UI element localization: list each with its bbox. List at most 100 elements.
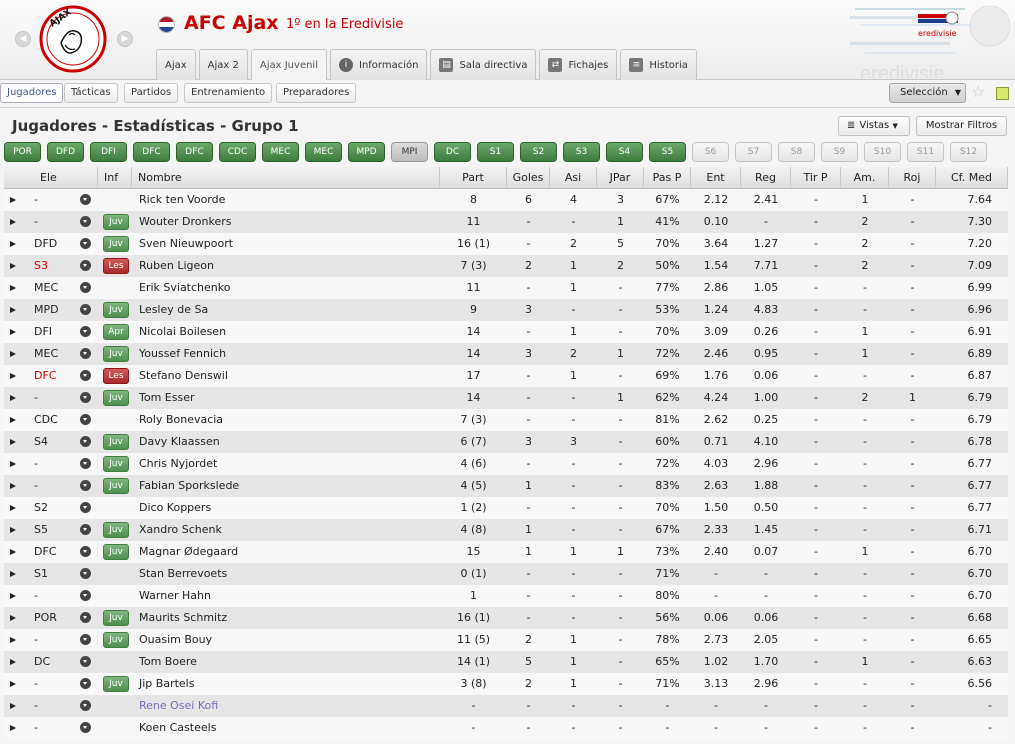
status-badge[interactable]: Juv xyxy=(103,346,129,362)
row-menu-icon[interactable] xyxy=(80,722,91,733)
column-header-nombre[interactable]: Nombre xyxy=(132,167,440,189)
expand-arrow-icon[interactable] xyxy=(10,439,16,445)
position-filter-s9[interactable]: S9 xyxy=(821,142,858,162)
table-row[interactable]: - Juv Jip Bartels 3 (8) 2 1 - 71% 3.13 2.96 - - - 6.5… xyxy=(4,673,1008,695)
notes-icon[interactable] xyxy=(996,87,1009,100)
position-filter-s6[interactable]: S6 xyxy=(692,142,729,162)
player-name[interactable]: Roly Bonevacia xyxy=(139,409,223,431)
position-filter-s5[interactable]: S5 xyxy=(649,142,686,162)
table-row[interactable]: S1 Stan Berrevoets 0 (1) - - - 71% - - - - - 6.70 xyxy=(4,563,1008,585)
row-menu-icon[interactable] xyxy=(80,238,91,249)
expand-arrow-icon[interactable] xyxy=(10,263,16,269)
position-filter-s12[interactable]: S12 xyxy=(950,142,987,162)
expand-arrow-icon[interactable] xyxy=(10,681,16,687)
position-filter-s10[interactable]: S10 xyxy=(864,142,901,162)
expand-arrow-icon[interactable] xyxy=(10,461,16,467)
expand-arrow-icon[interactable] xyxy=(10,417,16,423)
expand-arrow-icon[interactable] xyxy=(10,637,16,643)
status-badge[interactable]: Les xyxy=(103,368,129,384)
row-menu-icon[interactable] xyxy=(80,700,91,711)
status-badge[interactable]: Juv xyxy=(103,522,129,538)
row-menu-icon[interactable] xyxy=(80,414,91,425)
row-menu-icon[interactable] xyxy=(80,524,91,535)
player-name[interactable]: Sven Nieuwpoort xyxy=(139,233,233,255)
selection-dropdown[interactable]: Selección ▼ xyxy=(889,83,966,103)
star-icon[interactable]: ☆ xyxy=(971,82,985,101)
expand-arrow-icon[interactable] xyxy=(10,307,16,313)
column-header-tirp[interactable]: Tir P xyxy=(791,167,841,189)
tab-información[interactable]: i Información xyxy=(330,49,428,80)
column-header-goles[interactable]: Goles xyxy=(507,167,550,189)
column-header-reg[interactable]: Reg xyxy=(741,167,791,189)
column-header-part[interactable]: Part xyxy=(440,167,507,189)
position-filter-s8[interactable]: S8 xyxy=(778,142,815,162)
column-header-inf[interactable]: Inf xyxy=(98,167,132,189)
table-row[interactable]: - Rick ten Voorde 8 6 4 3 67% 2.12 2.41 - 1 - 7.64 xyxy=(4,189,1008,211)
status-badge[interactable]: Juv xyxy=(103,478,129,494)
player-name[interactable]: Xandro Schenk xyxy=(139,519,222,541)
column-header-asi[interactable]: Asi xyxy=(550,167,597,189)
position-filter-dfc[interactable]: DFC xyxy=(176,142,213,162)
position-filter-dc[interactable]: DC xyxy=(434,142,471,162)
expand-arrow-icon[interactable] xyxy=(10,197,16,203)
player-name[interactable]: Davy Klaassen xyxy=(139,431,220,453)
status-badge[interactable]: Juv xyxy=(103,434,129,450)
position-filter-mpd[interactable]: MPD xyxy=(348,142,385,162)
row-menu-icon[interactable] xyxy=(80,612,91,623)
expand-arrow-icon[interactable] xyxy=(10,329,16,335)
column-header-jpar[interactable]: JPar xyxy=(597,167,644,189)
row-menu-icon[interactable] xyxy=(80,194,91,205)
table-row[interactable]: S4 Juv Davy Klaassen 6 (7) 3 3 - 60% 0.71 4.10 - - -… xyxy=(4,431,1008,453)
position-filter-s1[interactable]: S1 xyxy=(477,142,514,162)
row-menu-icon[interactable] xyxy=(80,282,91,293)
position-filter-mec[interactable]: MEC xyxy=(305,142,342,162)
table-row[interactable]: DFC Les Stefano Denswil 17 - 1 - 69% 1.76 0.06 - - -… xyxy=(4,365,1008,387)
expand-arrow-icon[interactable] xyxy=(10,373,16,379)
views-dropdown[interactable]: ≣ Vistas ▼ xyxy=(838,116,910,136)
table-row[interactable]: - Juv Chris Nyjordet 4 (6) - - - 72% 4.03 2.96 - - -… xyxy=(4,453,1008,475)
expand-arrow-icon[interactable] xyxy=(10,549,16,555)
table-row[interactable]: MEC Erik Sviatchenko 11 - 1 - 77% 2.86 1.05 - - - 6.… xyxy=(4,277,1008,299)
expand-arrow-icon[interactable] xyxy=(10,703,16,709)
row-menu-icon[interactable] xyxy=(80,216,91,227)
position-filter-dfd[interactable]: DFD xyxy=(47,142,84,162)
table-row[interactable]: - Koen Casteels - - - - - - - - - - - xyxy=(4,717,1008,739)
position-filter-s4[interactable]: S4 xyxy=(606,142,643,162)
player-name[interactable]: Ruben Ligeon xyxy=(139,255,214,277)
player-name[interactable]: Stan Berrevoets xyxy=(139,563,227,585)
club-name[interactable]: AFC Ajax xyxy=(184,12,279,34)
expand-arrow-icon[interactable] xyxy=(10,483,16,489)
status-badge[interactable]: Apr xyxy=(103,324,129,340)
expand-arrow-icon[interactable] xyxy=(10,593,16,599)
row-menu-icon[interactable] xyxy=(80,458,91,469)
table-row[interactable]: - Rene Osei Kofi - - - - - - - - - - - xyxy=(4,695,1008,717)
position-filter-s11[interactable]: S11 xyxy=(907,142,944,162)
player-name[interactable]: Chris Nyjordet xyxy=(139,453,217,475)
player-name[interactable]: Koen Casteels xyxy=(139,717,216,739)
row-menu-icon[interactable] xyxy=(80,260,91,271)
subnav-jugadores[interactable]: Jugadores xyxy=(0,83,64,103)
expand-arrow-icon[interactable] xyxy=(10,219,16,225)
row-menu-icon[interactable] xyxy=(80,348,91,359)
table-row[interactable]: DFC Juv Magnar Ødegaard 15 1 1 1 73% 2.40 0.07 - 1 -… xyxy=(4,541,1008,563)
row-menu-icon[interactable] xyxy=(80,304,91,315)
expand-arrow-icon[interactable] xyxy=(10,241,16,247)
player-name[interactable]: Tom Boere xyxy=(139,651,197,673)
player-name[interactable]: Ouasim Bouy xyxy=(139,629,212,651)
expand-arrow-icon[interactable] xyxy=(10,571,16,577)
table-row[interactable]: DFI Apr Nicolai Boilesen 14 - 1 - 70% 3.09 0.26 - 1… xyxy=(4,321,1008,343)
row-menu-icon[interactable] xyxy=(80,480,91,491)
expand-arrow-icon[interactable] xyxy=(10,615,16,621)
back-arrow-icon[interactable]: ◀ xyxy=(15,31,31,47)
column-header-ent[interactable]: Ent xyxy=(691,167,741,189)
expand-arrow-icon[interactable] xyxy=(10,505,16,511)
table-row[interactable]: - Juv Tom Esser 14 - - 1 62% 4.24 1.00 - 2 1 6.79 xyxy=(4,387,1008,409)
subnav-preparadores[interactable]: Preparadores xyxy=(276,83,357,103)
player-name[interactable]: Jip Bartels xyxy=(139,673,194,695)
show-filters-button[interactable]: Mostrar Filtros xyxy=(916,116,1007,136)
status-badge[interactable]: Juv xyxy=(103,632,129,648)
tab-ajax-2[interactable]: Ajax 2 xyxy=(198,49,248,80)
player-name[interactable]: Warner Hahn xyxy=(139,585,211,607)
table-row[interactable]: POR Juv Maurits Schmitz 16 (1) - - - 56% 0.06 0.0… xyxy=(4,607,1008,629)
player-name[interactable]: Tom Esser xyxy=(139,387,195,409)
